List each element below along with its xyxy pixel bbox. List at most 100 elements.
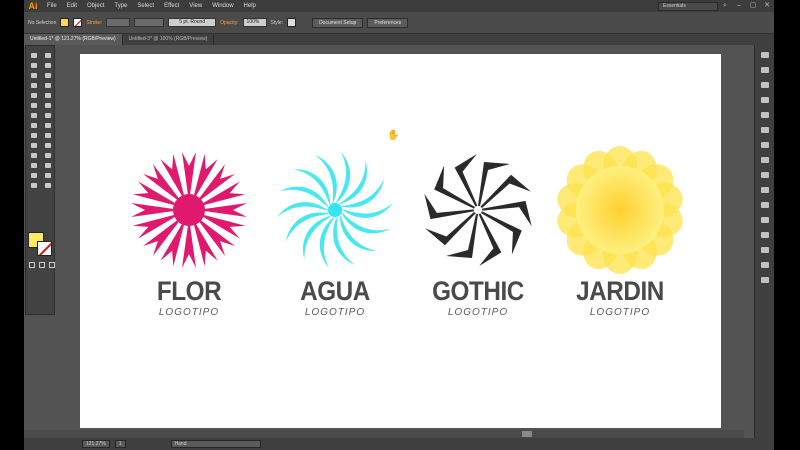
menu-object[interactable]: Object (82, 3, 109, 9)
menu-file[interactable]: File (42, 3, 62, 9)
rotate-tool-icon[interactable] (27, 111, 41, 120)
canvas-pasteboard[interactable]: FLOR LOGOTIPO AGUA LOGOTIPO GOTHIC LOGOT… (57, 45, 754, 438)
minimize-icon[interactable]: – (732, 0, 746, 12)
scrollbar-thumb[interactable] (522, 431, 532, 437)
selection-tool-icon[interactable] (27, 51, 41, 60)
menu-effect[interactable]: Effect (159, 3, 184, 9)
logo-subtitle-agua: LOGOTIPO (304, 307, 366, 318)
logo-title-agua: AGUA (300, 276, 370, 306)
artboard[interactable]: FLOR LOGOTIPO AGUA LOGOTIPO GOTHIC LOGOT… (80, 54, 721, 428)
transparency-panel-icon[interactable] (758, 155, 772, 165)
width-tool-icon[interactable] (27, 121, 41, 130)
graphic-styles-panel-icon[interactable] (758, 185, 772, 195)
shape-builder-tool-icon[interactable] (27, 131, 41, 140)
logo-title-jardin: JARDIN (576, 276, 664, 306)
close-icon[interactable]: ✕ (760, 0, 774, 12)
artboard-navigator[interactable]: 1 (114, 440, 126, 448)
transform-panel-icon[interactable] (758, 260, 772, 270)
search-icon[interactable]: ⌕ (718, 0, 732, 12)
stroke-swatch[interactable] (73, 18, 83, 27)
symbol-sprayer-tool-icon[interactable] (27, 161, 41, 170)
menu-window[interactable]: Window (207, 3, 238, 9)
stroke-color-box[interactable] (37, 241, 52, 256)
tab-untitled-1[interactable]: Untitled-1* @ 121.27% (RGB/Preview) (24, 34, 123, 45)
brushes-panel-icon[interactable] (758, 95, 772, 105)
current-tool-status[interactable]: Hand (170, 440, 261, 448)
blob-brush-tool-icon[interactable] (27, 101, 41, 110)
stroke-label[interactable]: Stroke: (86, 20, 102, 26)
color-guide-panel-icon[interactable] (758, 65, 772, 75)
menu-type[interactable]: Type (109, 3, 132, 9)
perspective-grid-tool-icon[interactable] (41, 131, 55, 140)
video-frame: Ai File Edit Object Type Select Effect V… (0, 0, 800, 450)
logo-subtitle-flor: LOGOTIPO (158, 307, 220, 318)
gothic-spike-icon (424, 153, 532, 267)
links-panel-icon[interactable] (758, 275, 772, 285)
magic-wand-tool-icon[interactable] (27, 61, 41, 70)
free-transform-tool-icon[interactable] (41, 121, 55, 130)
artboards-panel-icon[interactable] (758, 215, 772, 225)
selection-label: No Selection (28, 19, 57, 26)
brush-dropdown[interactable]: 5 pt. Round (168, 18, 217, 27)
eyedropper-tool-icon[interactable] (27, 151, 41, 160)
menu-help[interactable]: Help (239, 3, 261, 9)
slice-tool-icon[interactable] (41, 171, 55, 180)
hand-cursor-icon: ✋ (387, 130, 400, 141)
pen-tool-icon[interactable] (27, 71, 41, 80)
eraser-tool-icon[interactable] (41, 101, 55, 110)
document-tabs: Untitled-1* @ 121.27% (RGB/Preview) Unti… (24, 34, 774, 45)
artboard-tool-icon[interactable] (27, 171, 41, 180)
preferences-button[interactable]: Preferences (367, 17, 409, 28)
align-panel-icon[interactable] (758, 230, 772, 240)
line-tool-icon[interactable] (27, 81, 41, 90)
workspace-switcher[interactable]: Essentials (658, 1, 718, 11)
symbols-panel-icon[interactable] (758, 110, 772, 120)
gradient-tool-icon[interactable] (41, 141, 55, 150)
opacity-field[interactable]: 100% (242, 18, 267, 27)
maximize-icon[interactable]: ▢ (746, 0, 760, 12)
scale-tool-icon[interactable] (41, 111, 55, 120)
gradient-mode-icon[interactable] (39, 262, 45, 268)
type-tool-icon[interactable] (41, 71, 55, 80)
control-bar: No Selection Stroke: 5 pt. Round Opacity… (24, 12, 774, 34)
none-mode-icon[interactable] (49, 262, 55, 268)
variable-width-dropdown[interactable] (134, 18, 165, 27)
document-setup-button[interactable]: Document Setup (312, 17, 364, 28)
horizontal-scrollbar[interactable] (24, 430, 744, 438)
menu-view[interactable]: View (184, 3, 207, 9)
tools-panel (25, 45, 55, 315)
brush-tool-icon[interactable] (27, 91, 41, 100)
zoom-tool-icon[interactable] (41, 181, 55, 190)
water-swirl-icon (277, 152, 393, 268)
pencil-tool-icon[interactable] (41, 91, 55, 100)
zoom-field[interactable]: 121.27% (82, 440, 110, 448)
logo-title-gothic: GOTHIC (432, 276, 524, 306)
graph-tool-icon[interactable] (41, 161, 55, 170)
tab-untitled-3[interactable]: Untitled-3* @ 100% (RGB/Preview) (123, 34, 215, 45)
logo-subtitle-gothic: LOGOTIPO (447, 307, 509, 318)
logo-subtitle-jardin: LOGOTIPO (589, 307, 651, 318)
color-panel-icon[interactable] (758, 50, 772, 60)
pathfinder-panel-icon[interactable] (758, 245, 772, 255)
gradient-panel-icon[interactable] (758, 140, 772, 150)
color-mode-icon[interactable] (29, 262, 35, 268)
direct-selection-tool-icon[interactable] (41, 51, 55, 60)
menu-select[interactable]: Select (132, 3, 159, 9)
stroke-weight-field[interactable] (106, 18, 131, 27)
fill-swatch[interactable] (60, 18, 70, 27)
hand-tool-icon[interactable] (27, 181, 41, 190)
ellipse-tool-icon[interactable] (41, 81, 55, 90)
stroke-panel-icon[interactable] (758, 125, 772, 135)
mesh-tool-icon[interactable] (27, 141, 41, 150)
style-swatch[interactable] (287, 18, 297, 27)
menu-edit[interactable]: Edit (62, 3, 82, 9)
fill-stroke-control[interactable] (28, 232, 54, 258)
opacity-label[interactable]: Opacity: (220, 20, 238, 26)
illustrator-window: Ai File Edit Object Type Select Effect V… (24, 0, 774, 450)
appearance-panel-icon[interactable] (758, 170, 772, 180)
logo-title-flor: FLOR (156, 276, 222, 306)
lasso-tool-icon[interactable] (41, 61, 55, 70)
swatches-panel-icon[interactable] (758, 80, 772, 90)
layers-panel-icon[interactable] (758, 200, 772, 210)
blend-tool-icon[interactable] (41, 151, 55, 160)
